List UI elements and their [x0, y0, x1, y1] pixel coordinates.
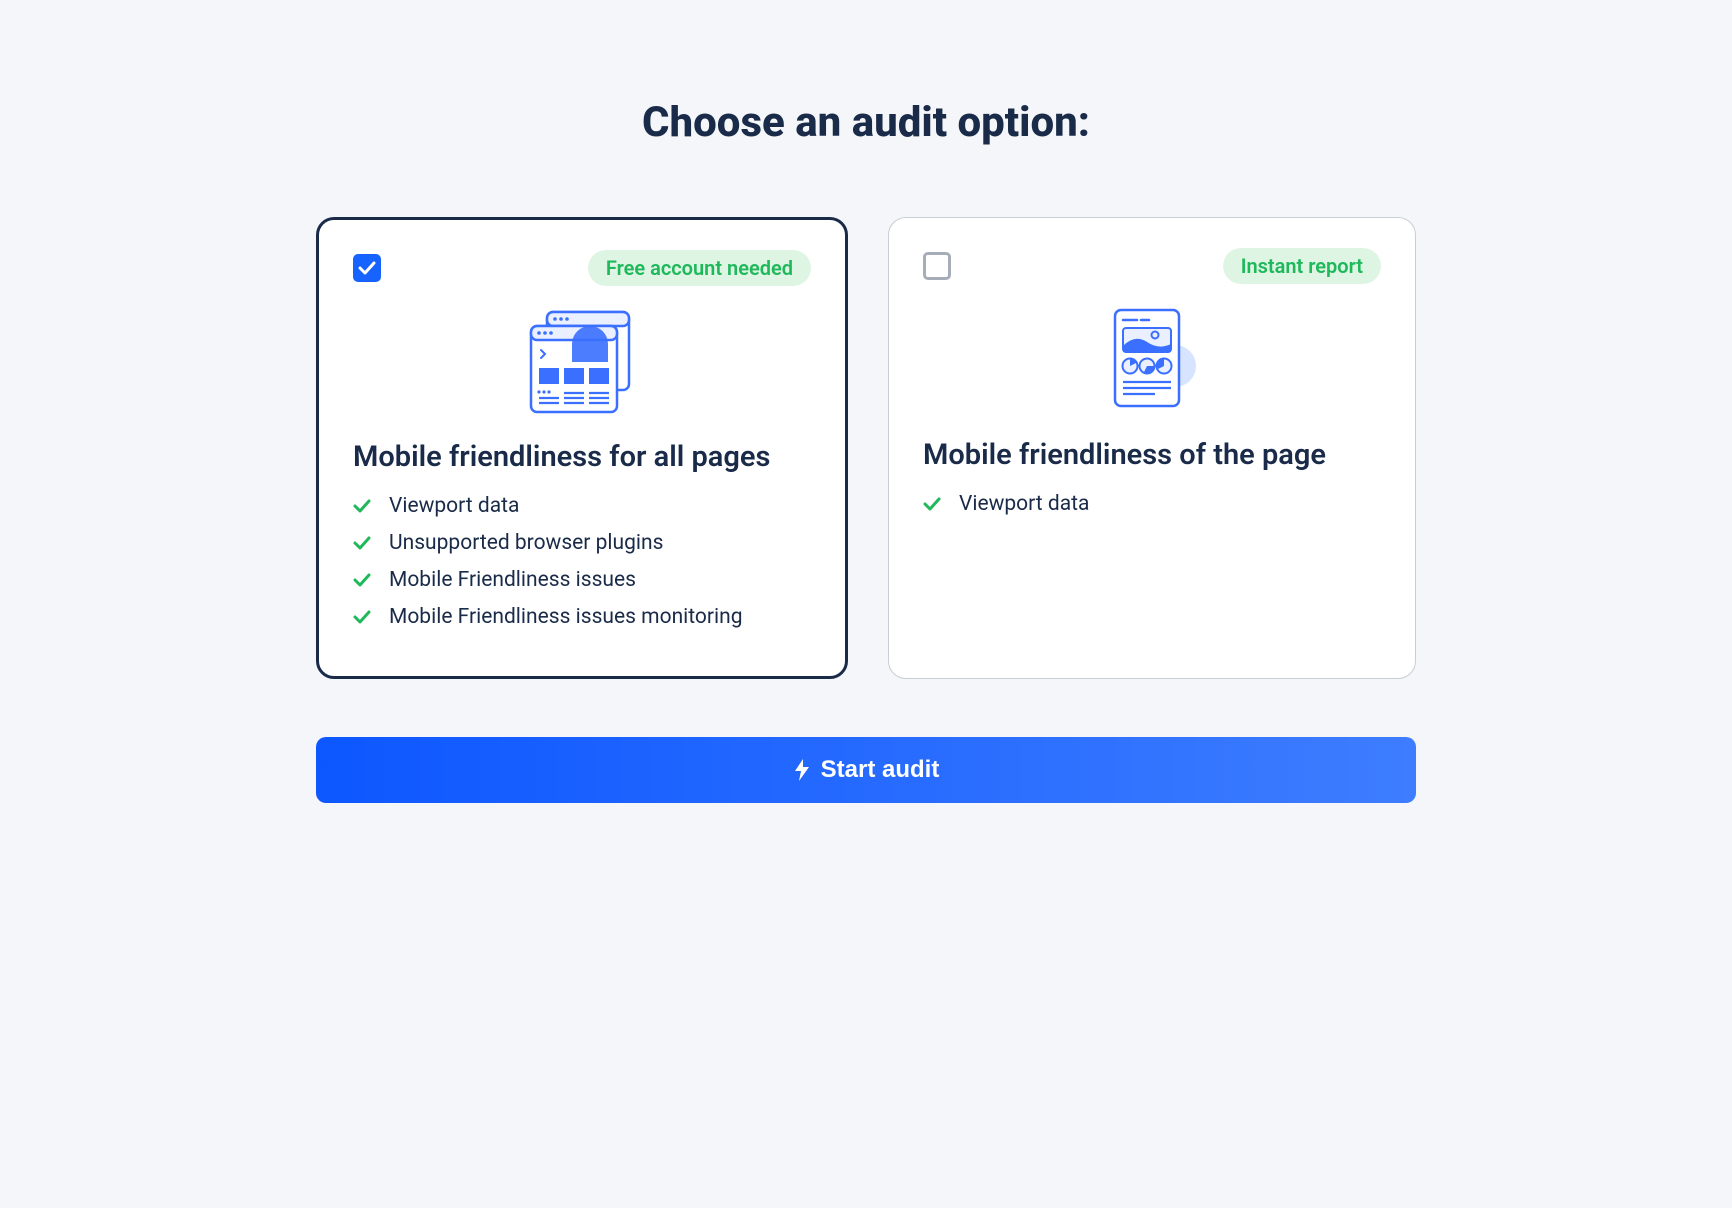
checkbox-checked[interactable]: [353, 254, 381, 282]
lightning-icon: [793, 759, 811, 781]
option-cards: Free account needed: [316, 217, 1416, 679]
option-title: Mobile friendliness of the page: [923, 438, 1381, 472]
list-item: Unsupported browser plugins: [353, 531, 811, 555]
list-item: Viewport data: [353, 494, 811, 518]
check-icon: [353, 536, 371, 550]
illustration-multi-page: [353, 306, 811, 416]
badge-instant-report: Instant report: [1223, 248, 1381, 284]
check-icon: [353, 499, 371, 513]
feature-text: Viewport data: [959, 492, 1089, 516]
feature-text: Viewport data: [389, 494, 519, 518]
option-card-all-pages[interactable]: Free account needed: [316, 217, 848, 679]
page-title: Choose an audit option:: [316, 98, 1416, 147]
feature-text: Mobile Friendliness issues monitoring: [389, 605, 743, 629]
feature-list: Viewport data Unsupported browser plugin…: [353, 494, 811, 629]
list-item: Mobile Friendliness issues: [353, 568, 811, 592]
badge-free-account: Free account needed: [588, 250, 811, 286]
start-audit-label: Start audit: [821, 756, 940, 784]
check-icon: [353, 573, 371, 587]
check-icon: [923, 497, 941, 511]
list-item: Viewport data: [923, 492, 1381, 516]
start-audit-button[interactable]: Start audit: [316, 737, 1416, 803]
feature-list: Viewport data: [923, 492, 1381, 516]
check-icon: [358, 261, 376, 275]
illustration-single-page: [923, 304, 1381, 414]
feature-text: Unsupported browser plugins: [389, 531, 663, 555]
option-card-single-page[interactable]: Instant report: [888, 217, 1416, 679]
checkbox-unchecked[interactable]: [923, 252, 951, 280]
option-title: Mobile friendliness for all pages: [353, 440, 811, 474]
check-icon: [353, 610, 371, 624]
feature-text: Mobile Friendliness issues: [389, 568, 636, 592]
list-item: Mobile Friendliness issues monitoring: [353, 605, 811, 629]
